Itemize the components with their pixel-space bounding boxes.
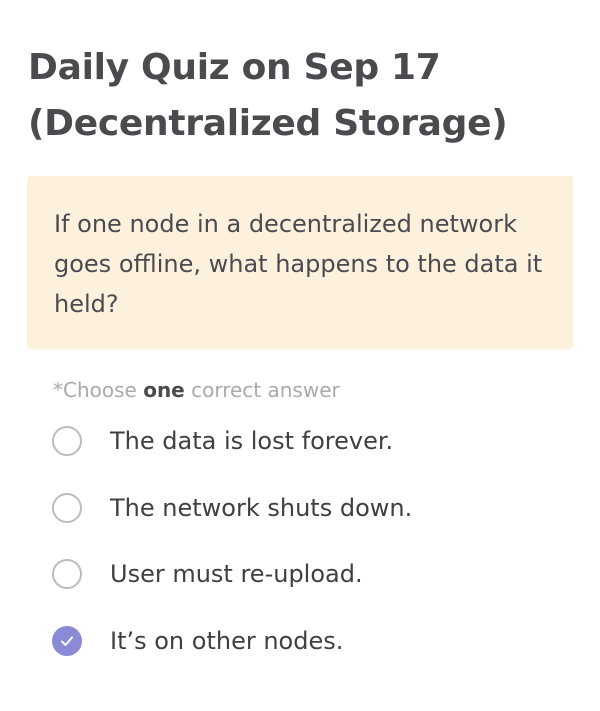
radio-button-1[interactable] — [52, 426, 82, 456]
answer-option-2[interactable]: The network shuts down. — [52, 488, 572, 528]
quiz-title: Daily Quiz on Sep 17 (Decentralized Stora… — [28, 47, 508, 144]
instruction-suffix: correct answer — [184, 378, 340, 402]
instruction-prefix: *Choose — [53, 378, 144, 402]
answer-option-label-4: It’s on other nodes. — [110, 627, 344, 656]
question-text: If one node in a decentralized network g… — [54, 210, 543, 318]
radio-button-2[interactable] — [52, 492, 82, 523]
answer-option-label-1: The data is lost forever. — [110, 427, 394, 455]
answer-instruction: *Choose one correct answer — [53, 378, 340, 402]
question-card: If one node in a decentralized network g… — [27, 176, 573, 349]
answer-option-1[interactable]: The data is lost forever. — [52, 421, 572, 461]
radio-button-3[interactable] — [52, 559, 82, 590]
answer-option-4[interactable]: It’s on other nodes. — [52, 621, 572, 661]
answer-option-3[interactable]: User must re-upload. — [52, 554, 572, 594]
checkmark-icon — [61, 636, 73, 647]
answer-option-label-2: The network shuts down. — [110, 493, 413, 522]
answer-options: The data is lost forever. The network sh… — [52, 421, 572, 688]
radio-button-4[interactable] — [52, 626, 82, 657]
instruction-emphasis: one — [143, 378, 185, 402]
quiz-page: Daily Quiz on Sep 17 (Decentralized Stora… — [0, 0, 600, 711]
answer-option-label-3: User must re-upload. — [110, 560, 363, 589]
